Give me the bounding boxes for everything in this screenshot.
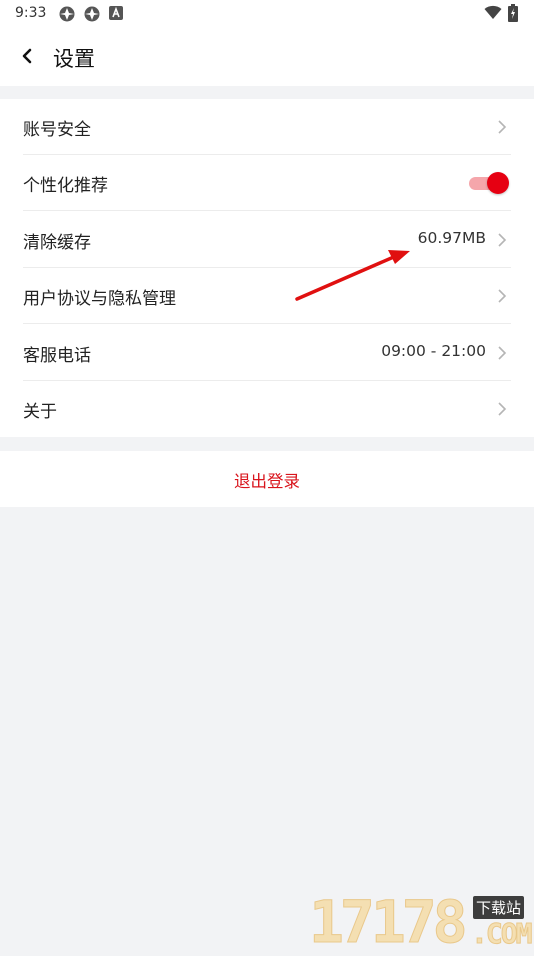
toggle-thumb [487, 172, 509, 194]
setting-label: 用户协议与隐私管理 [23, 289, 176, 309]
chevron-right-icon [498, 233, 507, 247]
watermark-sub: 下载站 [473, 896, 525, 919]
setting-label: 清除缓存 [23, 233, 91, 253]
settings-list: 账号安全 个性化推荐 清除缓存 60.97MB 用户协议与隐私管理 客服电话 0… [0, 99, 534, 437]
logout-button[interactable]: 退出登录 [0, 451, 534, 507]
watermark-digits: 17178 [309, 888, 469, 956]
setting-row-personalized-recommendation: 个性化推荐 [23, 155, 511, 211]
app-header: 设置 [0, 28, 534, 86]
chevron-right-icon [498, 120, 507, 134]
logout-label: 退出登录 [234, 472, 300, 491]
setting-row-user-agreement-privacy[interactable]: 用户协议与隐私管理 [23, 268, 511, 324]
app-notification-icon [84, 6, 100, 22]
watermark-com: .COM [470, 917, 532, 951]
setting-row-account-security[interactable]: 账号安全 [23, 99, 511, 155]
personalized-recommendation-toggle[interactable] [469, 171, 509, 195]
status-bar: 9:33 [0, 0, 534, 28]
battery-icon [508, 4, 518, 22]
chevron-right-icon [498, 289, 507, 303]
status-time: 9:33 [15, 5, 47, 21]
chevron-right-icon [498, 402, 507, 416]
setting-label: 客服电话 [23, 346, 91, 366]
page-title: 设置 [53, 47, 95, 71]
wifi-icon [484, 5, 502, 19]
app-notification-icon [59, 6, 75, 22]
cache-size-value: 60.97MB [417, 229, 486, 247]
setting-row-about[interactable]: 关于 [23, 381, 511, 437]
chevron-right-icon [498, 346, 507, 360]
service-hours-value: 09:00 - 21:00 [381, 342, 486, 360]
back-icon[interactable] [14, 42, 42, 70]
setting-row-clear-cache[interactable]: 清除缓存 60.97MB [23, 212, 511, 268]
setting-label: 关于 [23, 402, 57, 422]
setting-row-customer-service-phone[interactable]: 客服电话 09:00 - 21:00 [23, 325, 511, 381]
watermark-logo: 17178 下载站 .COM [305, 888, 534, 956]
setting-label: 个性化推荐 [23, 176, 108, 196]
a-notification-icon [109, 6, 123, 20]
setting-label: 账号安全 [23, 120, 91, 140]
